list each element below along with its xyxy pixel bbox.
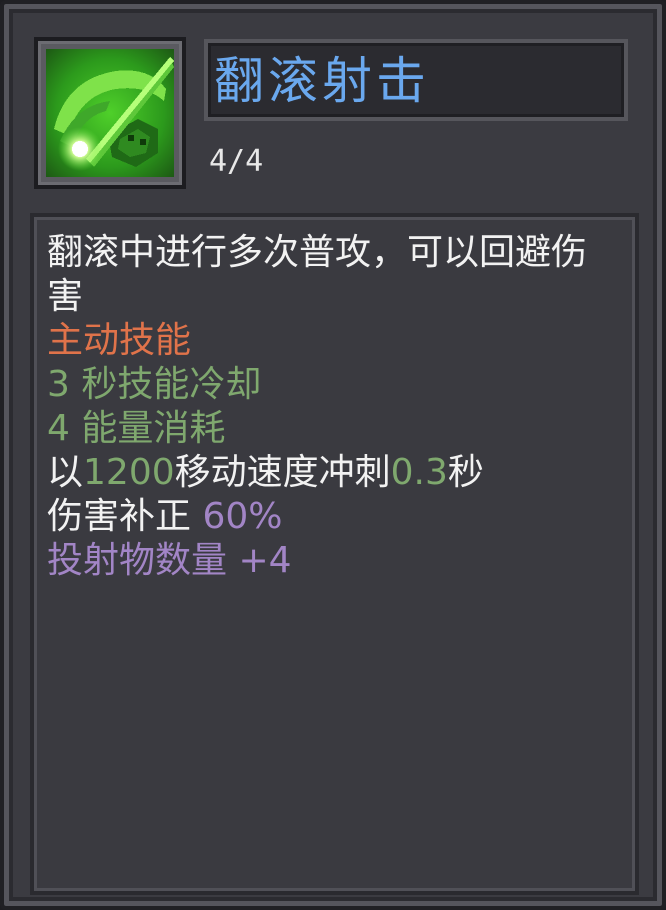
skill-cooldown: 3 秒技能冷却: [47, 364, 262, 405]
damage-line: 伤害补正 60%: [47, 495, 607, 539]
dash-duration: 0.3: [390, 452, 448, 493]
projectile-line: 投射物数量 +4: [47, 539, 607, 583]
skill-description: 翻滚中进行多次普攻，可以回避伤害 主动技能 3 秒技能冷却 4 能量消耗 以12…: [47, 231, 607, 583]
damage-value: 60%: [202, 496, 283, 537]
skill-type: 主动技能: [47, 320, 192, 361]
crossbow-dash-icon: [46, 49, 174, 177]
skill-icon-frame: [34, 37, 186, 189]
skill-description-box: 翻滚中进行多次普攻，可以回避伤害 主动技能 3 秒技能冷却 4 能量消耗 以12…: [30, 213, 639, 895]
dash-prefix: 以: [47, 452, 84, 493]
dash-stat-line: 以1200移动速度冲刺0.3秒: [47, 451, 607, 495]
skill-cost: 4 能量消耗: [47, 408, 226, 449]
skill-level: 4/4: [209, 144, 264, 179]
projectile-label: 投射物数量: [47, 540, 228, 581]
damage-label: 伤害补正: [47, 496, 192, 537]
skill-tooltip-panel: 翻滚射击 4/4 翻滚中进行多次普攻，可以回避伤害 主动技能 3 秒技能冷却 4…: [0, 0, 666, 910]
skill-name: 翻滚射击: [214, 52, 430, 110]
dash-suffix: 秒: [447, 452, 484, 493]
description-text: 翻滚中进行多次普攻，可以回避伤害: [47, 232, 588, 317]
skill-title-box: 翻滚射击: [204, 39, 628, 121]
dash-speed: 1200: [83, 452, 175, 493]
projectile-value: +4: [238, 540, 292, 581]
dash-middle: 移动速度冲刺: [174, 452, 391, 493]
